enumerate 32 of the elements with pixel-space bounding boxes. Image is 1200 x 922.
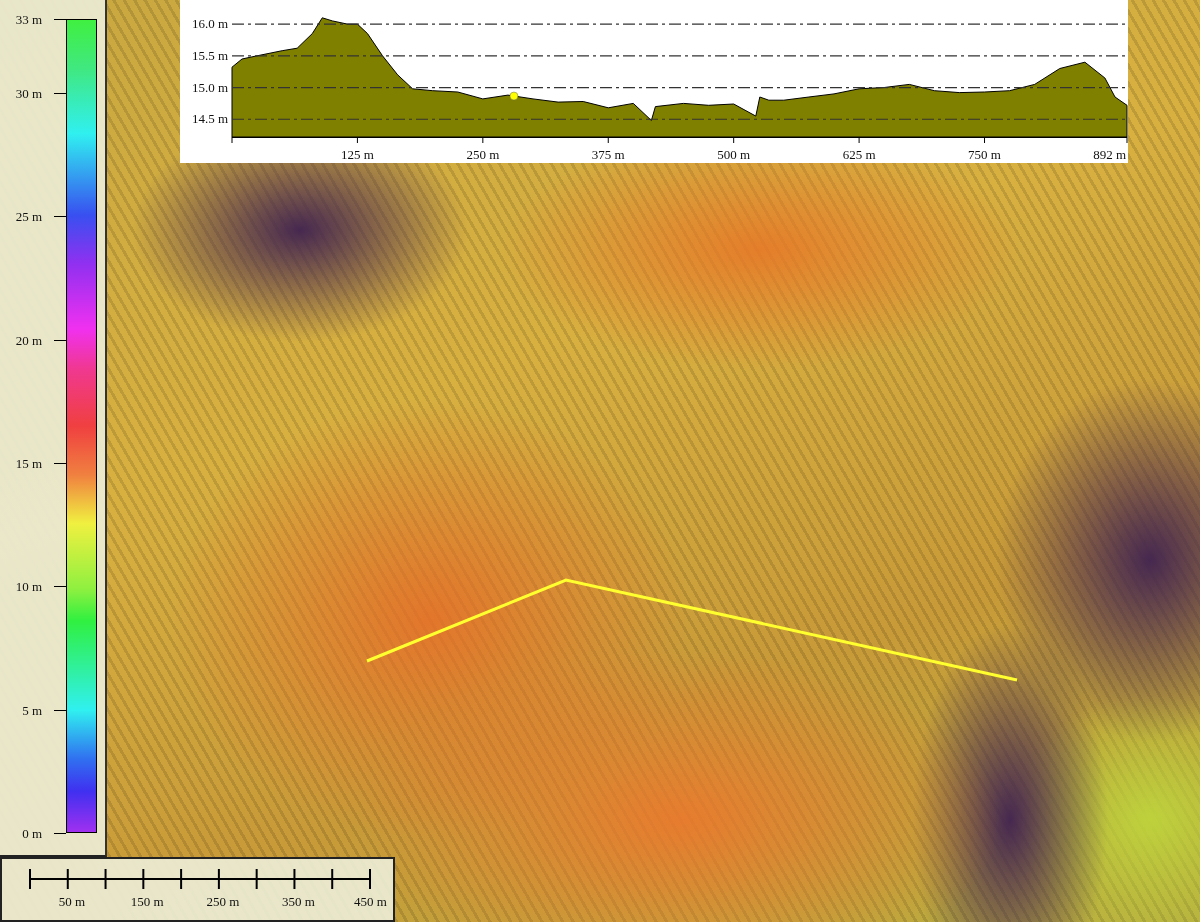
scale-label: 350 m [281, 895, 315, 908]
scale-label: 50 m [58, 895, 86, 908]
legend-tick [54, 93, 66, 94]
x-tick-label: 750 m [968, 147, 1001, 162]
legend-tick [54, 216, 66, 218]
y-tick-label: 15.5 m [191, 47, 228, 63]
legend-tick [54, 833, 66, 834]
legend-tick [54, 586, 66, 588]
legend-tick [54, 339, 66, 341]
legend-label: 25 m [15, 210, 42, 224]
legend-tick [54, 709, 66, 711]
y-tick-label: 15.0 m [191, 79, 228, 95]
x-tick-label: 250 m [466, 147, 500, 162]
x-tick-label: 125 m [341, 147, 374, 162]
legend-label: 30 m [15, 87, 42, 100]
y-tick-label: 16.0 m [191, 16, 228, 32]
legend-tick [54, 19, 66, 20]
scale-label: 150 m [130, 895, 164, 908]
scale-label: 450 m [354, 895, 387, 908]
legend-label: 0 m [22, 827, 42, 840]
x-tick-label: 500 m [717, 147, 751, 162]
x-tick-label: 892 m [1093, 147, 1126, 162]
x-tick-label: 375 m [591, 147, 625, 162]
legend-label: 33 m [15, 13, 42, 26]
legend-tick [54, 463, 66, 464]
legend-label: 5 m [22, 703, 42, 717]
legend-label: 10 m [15, 580, 42, 594]
y-tick-label: 14.5 m [191, 111, 228, 127]
scale-label: 250 m [206, 895, 240, 908]
x-tick-label: 625 m [842, 147, 876, 162]
legend-label: 20 m [15, 333, 42, 347]
legend-label: 15 m [15, 457, 42, 470]
